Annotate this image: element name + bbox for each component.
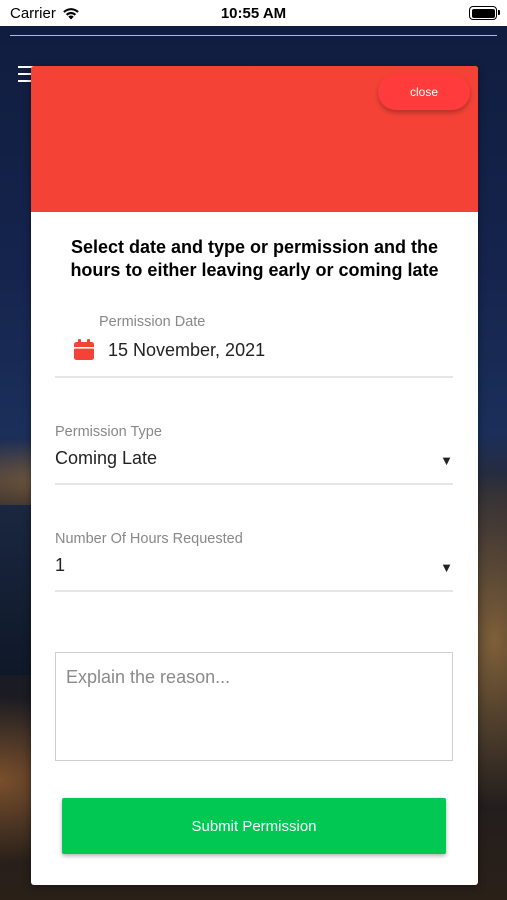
status-left: Carrier — [10, 5, 130, 22]
modal-header: close — [31, 66, 478, 212]
permission-type-select[interactable]: Permission Type Coming Late ▼ — [55, 422, 453, 485]
chevron-down-icon: ▼ — [440, 560, 453, 575]
permission-type-label: Permission Type — [55, 424, 162, 440]
carrier-label: Carrier — [10, 4, 56, 22]
close-button[interactable]: close — [378, 74, 470, 110]
hours-requested-label: Number Of Hours Requested — [55, 531, 243, 547]
calendar-icon — [74, 339, 94, 360]
permission-modal: close Select date and type or permission… — [31, 66, 478, 885]
wifi-icon — [63, 8, 79, 20]
status-time: 10:55 AM — [220, 4, 287, 22]
header-divider — [10, 35, 497, 36]
submit-permission-button[interactable]: Submit Permission — [62, 798, 446, 854]
reason-input[interactable] — [55, 652, 453, 761]
hours-requested-value: 1 — [55, 555, 66, 575]
hours-requested-select[interactable]: Number Of Hours Requested 1 ▼ — [55, 529, 453, 592]
permission-date-value: 15 November, 2021 — [108, 340, 266, 360]
chevron-down-icon: ▼ — [440, 453, 453, 468]
permission-type-value: Coming Late — [55, 448, 158, 468]
permission-date-label: Permission Date — [99, 314, 206, 330]
status-bar: Carrier 10:55 AM — [0, 0, 507, 26]
battery-fill — [471, 8, 495, 18]
permission-date-field[interactable]: Permission Date 15 November, 2021 — [55, 312, 453, 378]
battery-icon — [469, 6, 500, 20]
status-right — [377, 6, 500, 20]
instructions-text: Select date and type or permission and t… — [70, 237, 439, 280]
